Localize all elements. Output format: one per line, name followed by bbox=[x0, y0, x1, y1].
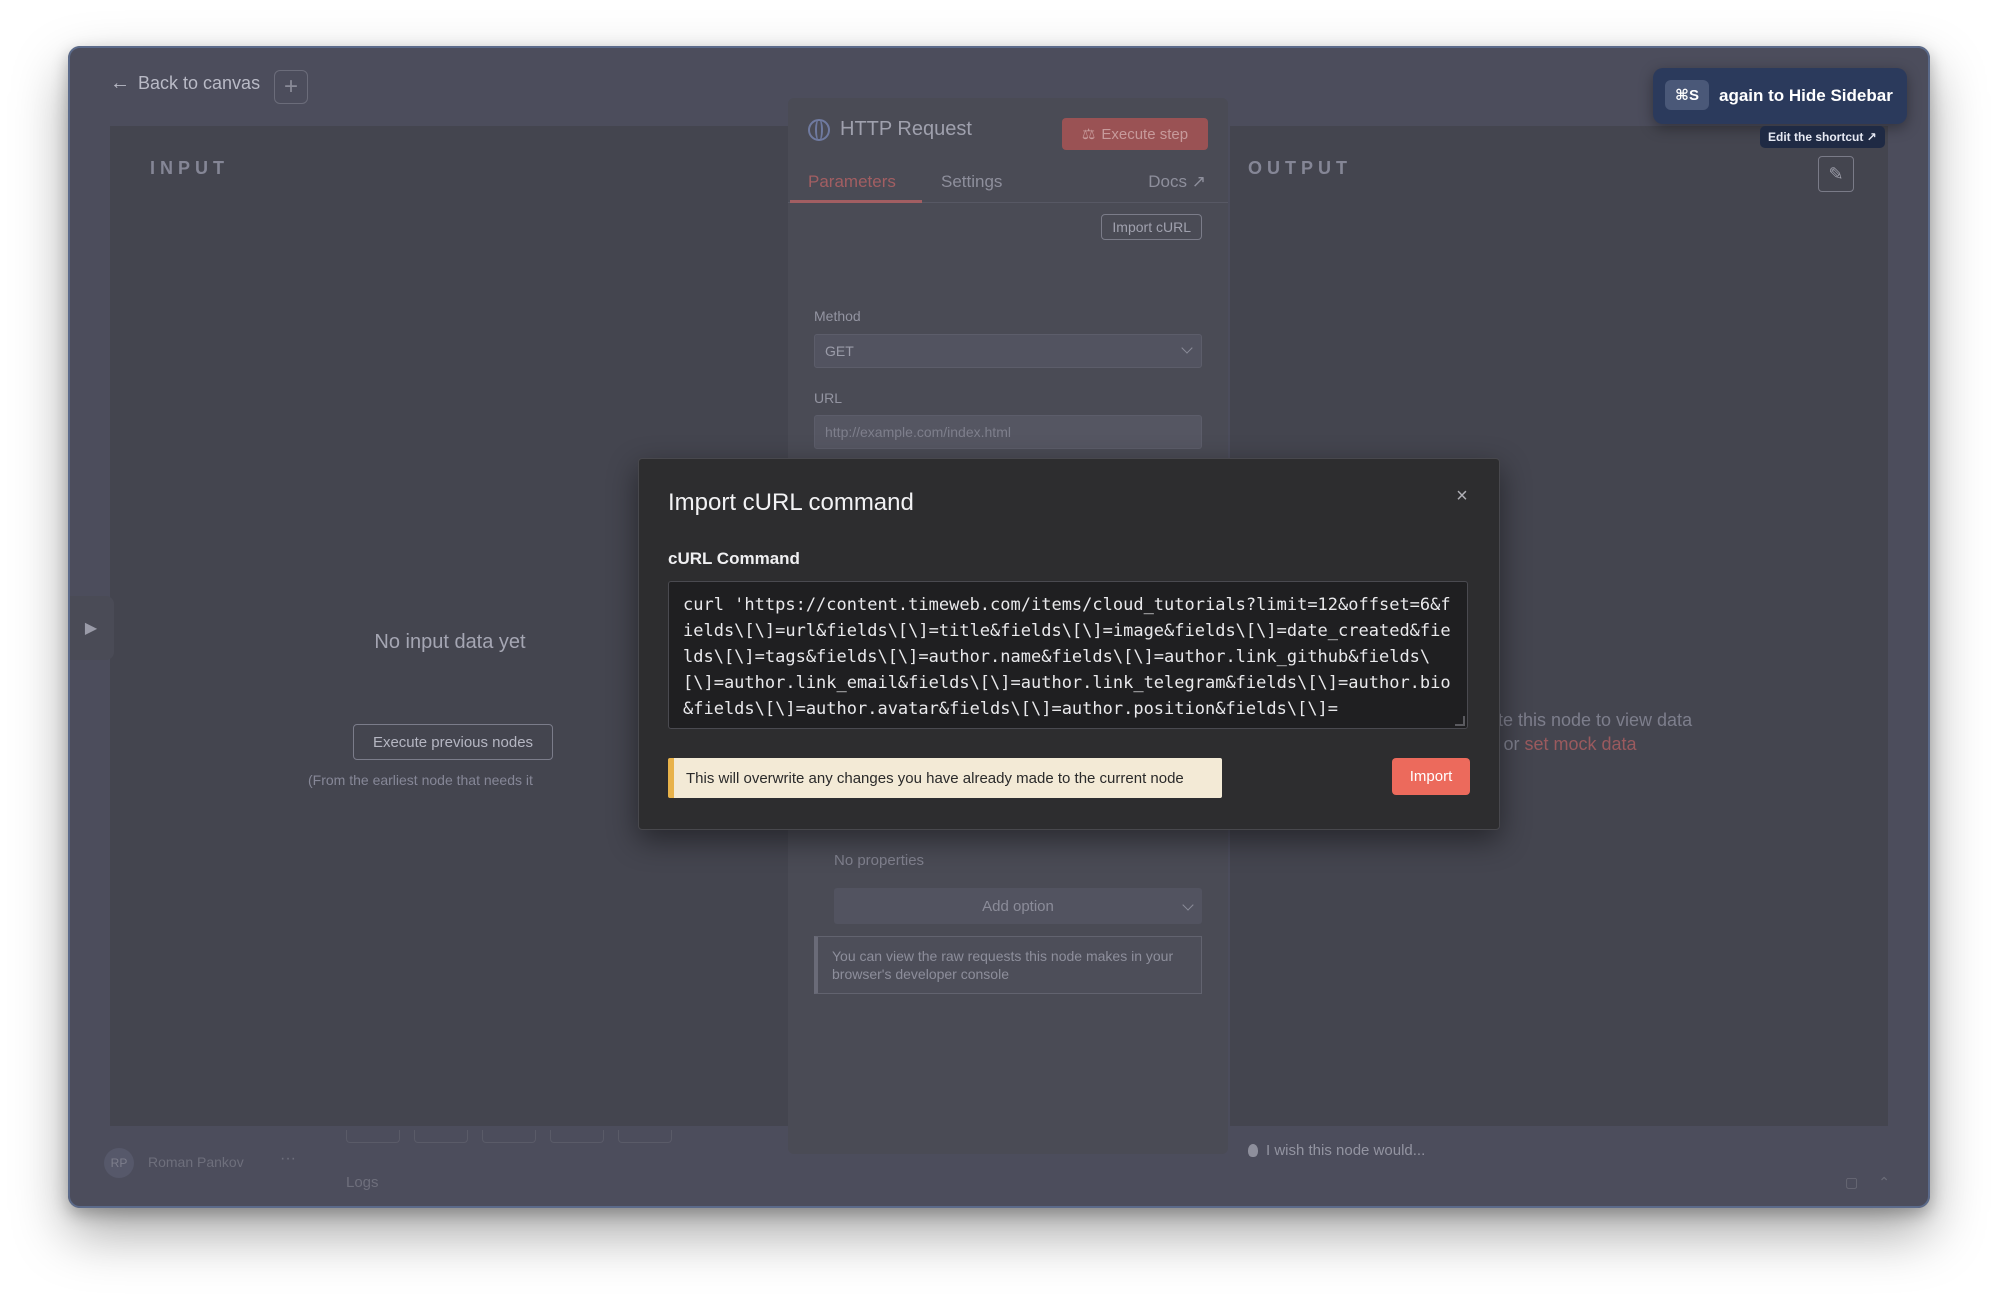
toast-message: again to Hide Sidebar bbox=[1719, 86, 1893, 105]
url-label: URL bbox=[814, 390, 843, 406]
tab-parameters[interactable]: Parameters bbox=[808, 172, 896, 192]
flask-icon: ⚖ bbox=[1081, 126, 1096, 143]
external-link-icon: ↗ bbox=[1191, 172, 1206, 191]
execute-previous-nodes-button[interactable]: Execute previous nodes bbox=[353, 724, 553, 760]
node-title-text: HTTP Request bbox=[840, 118, 972, 140]
collapse-panel-tab[interactable]: ▶ bbox=[68, 596, 114, 660]
method-select[interactable]: GET bbox=[814, 334, 1202, 368]
import-button[interactable]: Import bbox=[1392, 758, 1470, 795]
add-option-label: Add option bbox=[982, 897, 1054, 915]
add-option-select[interactable]: Add option bbox=[834, 888, 1202, 924]
toolbar-pill bbox=[550, 1130, 604, 1143]
execute-step-label: Execute step bbox=[1101, 125, 1189, 143]
close-icon[interactable]: × bbox=[1451, 485, 1473, 507]
user-name: Roman Pankov bbox=[148, 1154, 244, 1170]
docs-link[interactable]: Docs ↗ bbox=[1148, 172, 1206, 192]
chevron-down-icon bbox=[1181, 342, 1193, 354]
url-placeholder: http://example.com/index.html bbox=[825, 424, 1011, 440]
import-curl-button[interactable]: Import cURL bbox=[1101, 214, 1202, 240]
active-tab-underline bbox=[790, 200, 922, 203]
developer-console-note: You can view the raw requests this node … bbox=[814, 936, 1202, 994]
curl-command-value: curl 'https://content.timeweb.com/items/… bbox=[683, 595, 1451, 719]
globe-icon bbox=[808, 118, 830, 141]
earliest-node-note: (From the earliest node that needs it bbox=[308, 772, 533, 788]
arrow-left-icon: ← bbox=[110, 72, 130, 94]
logs-toggle[interactable]: Logs bbox=[346, 1174, 379, 1191]
app-window: ← Back to canvas + INPUT No input data y… bbox=[68, 46, 1930, 1208]
or-text: or bbox=[1503, 734, 1520, 754]
node-title: HTTP Request bbox=[808, 118, 972, 141]
tab-settings[interactable]: Settings bbox=[941, 172, 1002, 192]
edit-output-button[interactable]: ✎ bbox=[1818, 156, 1854, 192]
add-node-button[interactable]: + bbox=[274, 70, 308, 104]
bottom-bar: RP Roman Pankov ··· Logs I wish this nod… bbox=[68, 1130, 1930, 1208]
bottom-right-controls: ▢ ⌃ bbox=[1845, 1174, 1890, 1191]
pencil-icon: ✎ bbox=[1828, 163, 1844, 184]
lightbulb-icon bbox=[1248, 1144, 1258, 1157]
input-panel-label: INPUT bbox=[150, 158, 229, 178]
curl-command-textarea[interactable]: curl 'https://content.timeweb.com/items/… bbox=[668, 581, 1468, 729]
resize-handle-icon[interactable] bbox=[1455, 716, 1465, 726]
curl-command-label: cURL Command bbox=[668, 549, 800, 568]
method-value: GET bbox=[825, 343, 854, 359]
import-curl-dialog: Import cURL command × cURL Command curl … bbox=[638, 458, 1500, 830]
set-mock-data-link[interactable]: set mock data bbox=[1524, 734, 1636, 754]
edit-shortcut-link[interactable]: Edit the shortcut ↗ bbox=[1760, 126, 1885, 148]
chevron-down-icon bbox=[1182, 899, 1194, 911]
method-label: Method bbox=[814, 308, 861, 324]
drag-handle-icon: ▶ bbox=[84, 620, 98, 637]
feedback-text: I wish this node would... bbox=[1266, 1142, 1426, 1159]
toolbar-pill bbox=[346, 1130, 400, 1143]
execute-step-button[interactable]: ⚖ Execute step bbox=[1062, 118, 1208, 150]
trash-icon[interactable]: ▢ bbox=[1845, 1174, 1858, 1191]
user-menu-button[interactable]: ··· bbox=[280, 1150, 296, 1168]
shortcut-toast: ⌘S again to Hide Sidebar bbox=[1653, 68, 1907, 124]
url-input[interactable]: http://example.com/index.html bbox=[814, 415, 1202, 449]
toolbar-pill bbox=[414, 1130, 468, 1143]
overwrite-warning: This will overwrite any changes you have… bbox=[668, 758, 1222, 798]
back-to-canvas-label: Back to canvas bbox=[138, 73, 261, 93]
shortcut-key: ⌘S bbox=[1665, 80, 1709, 110]
no-properties-text: No properties bbox=[834, 852, 925, 869]
feedback-link[interactable]: I wish this node would... bbox=[1248, 1142, 1425, 1159]
canvas-toolbar-remnants bbox=[346, 1130, 672, 1143]
chevron-up-icon[interactable]: ⌃ bbox=[1878, 1174, 1890, 1191]
toolbar-pill bbox=[618, 1130, 672, 1143]
node-tabs: Parameters Settings Docs ↗ bbox=[788, 162, 1228, 203]
dialog-title: Import cURL command bbox=[668, 489, 914, 516]
back-to-canvas-link[interactable]: ← Back to canvas bbox=[110, 72, 260, 95]
avatar[interactable]: RP bbox=[104, 1148, 134, 1178]
toolbar-pill bbox=[482, 1130, 536, 1143]
docs-label: Docs bbox=[1148, 172, 1188, 191]
output-panel-label: OUTPUT bbox=[1248, 158, 1352, 178]
